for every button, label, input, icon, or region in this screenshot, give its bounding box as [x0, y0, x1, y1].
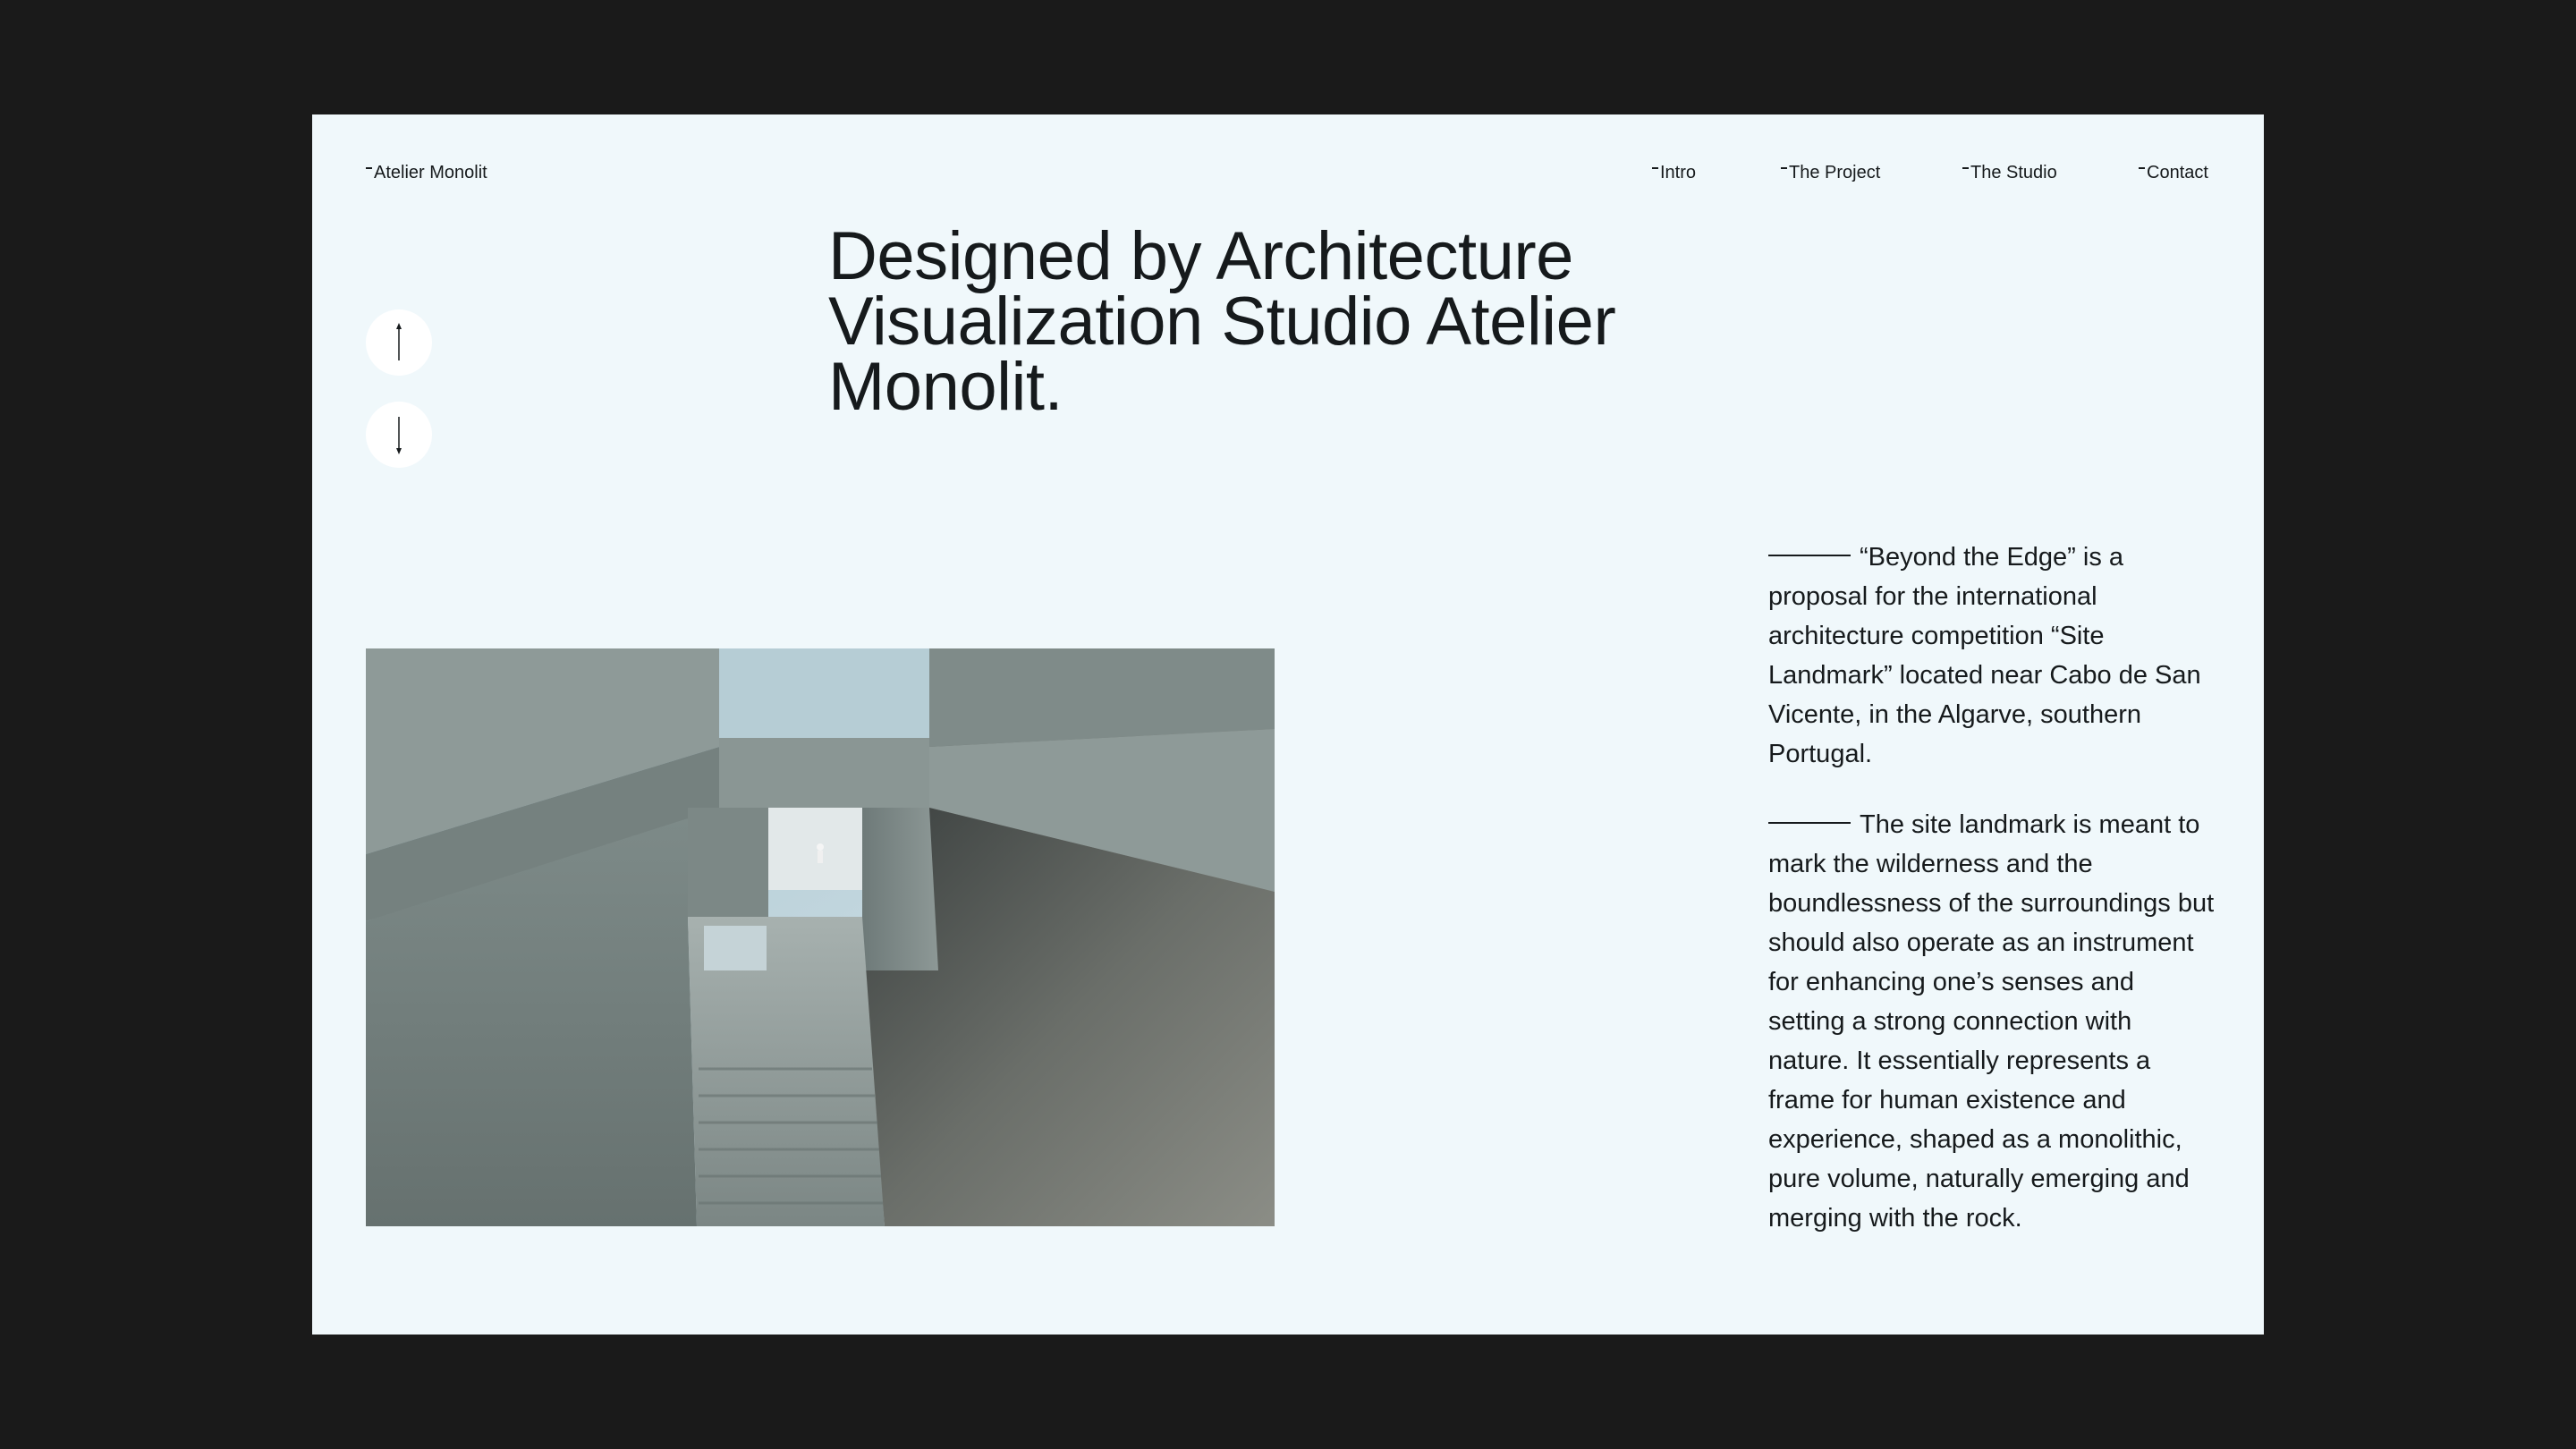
- hero-title: Designed by Architecture Visualization S…: [828, 218, 1616, 425]
- nav-link-the-project[interactable]: The Project: [1781, 161, 1880, 184]
- description-paragraph-1: “Beyond the Edge” is a proposal for the …: [1768, 538, 2216, 774]
- nav-link-the-studio[interactable]: The Studio: [1962, 161, 2057, 184]
- page-canvas: Atelier Monolit Intro The Project The St…: [312, 114, 2264, 1335]
- nav-link-intro[interactable]: Intro: [1652, 161, 1696, 184]
- paragraph-rule: [1768, 822, 1851, 824]
- nav-link-contact[interactable]: Contact: [2139, 161, 2208, 184]
- arrow-up-icon: [396, 323, 402, 360]
- scroll-down-button[interactable]: [366, 402, 432, 468]
- scroll-up-button[interactable]: [366, 309, 432, 376]
- project-render-image: [366, 648, 1275, 1226]
- description-text-2: The site landmark is meant to mark the w…: [1768, 810, 2215, 1233]
- description-paragraph-2: The site landmark is meant to mark the w…: [1768, 805, 2216, 1238]
- paragraph-rule: [1768, 555, 1851, 556]
- project-description: “Beyond the Edge” is a proposal for the …: [1768, 538, 2216, 1269]
- description-text-1: “Beyond the Edge” is a proposal for the …: [1768, 543, 2201, 768]
- arrow-down-icon: [396, 417, 402, 454]
- main-nav: Intro The Project The Studio Contact: [312, 161, 2264, 184]
